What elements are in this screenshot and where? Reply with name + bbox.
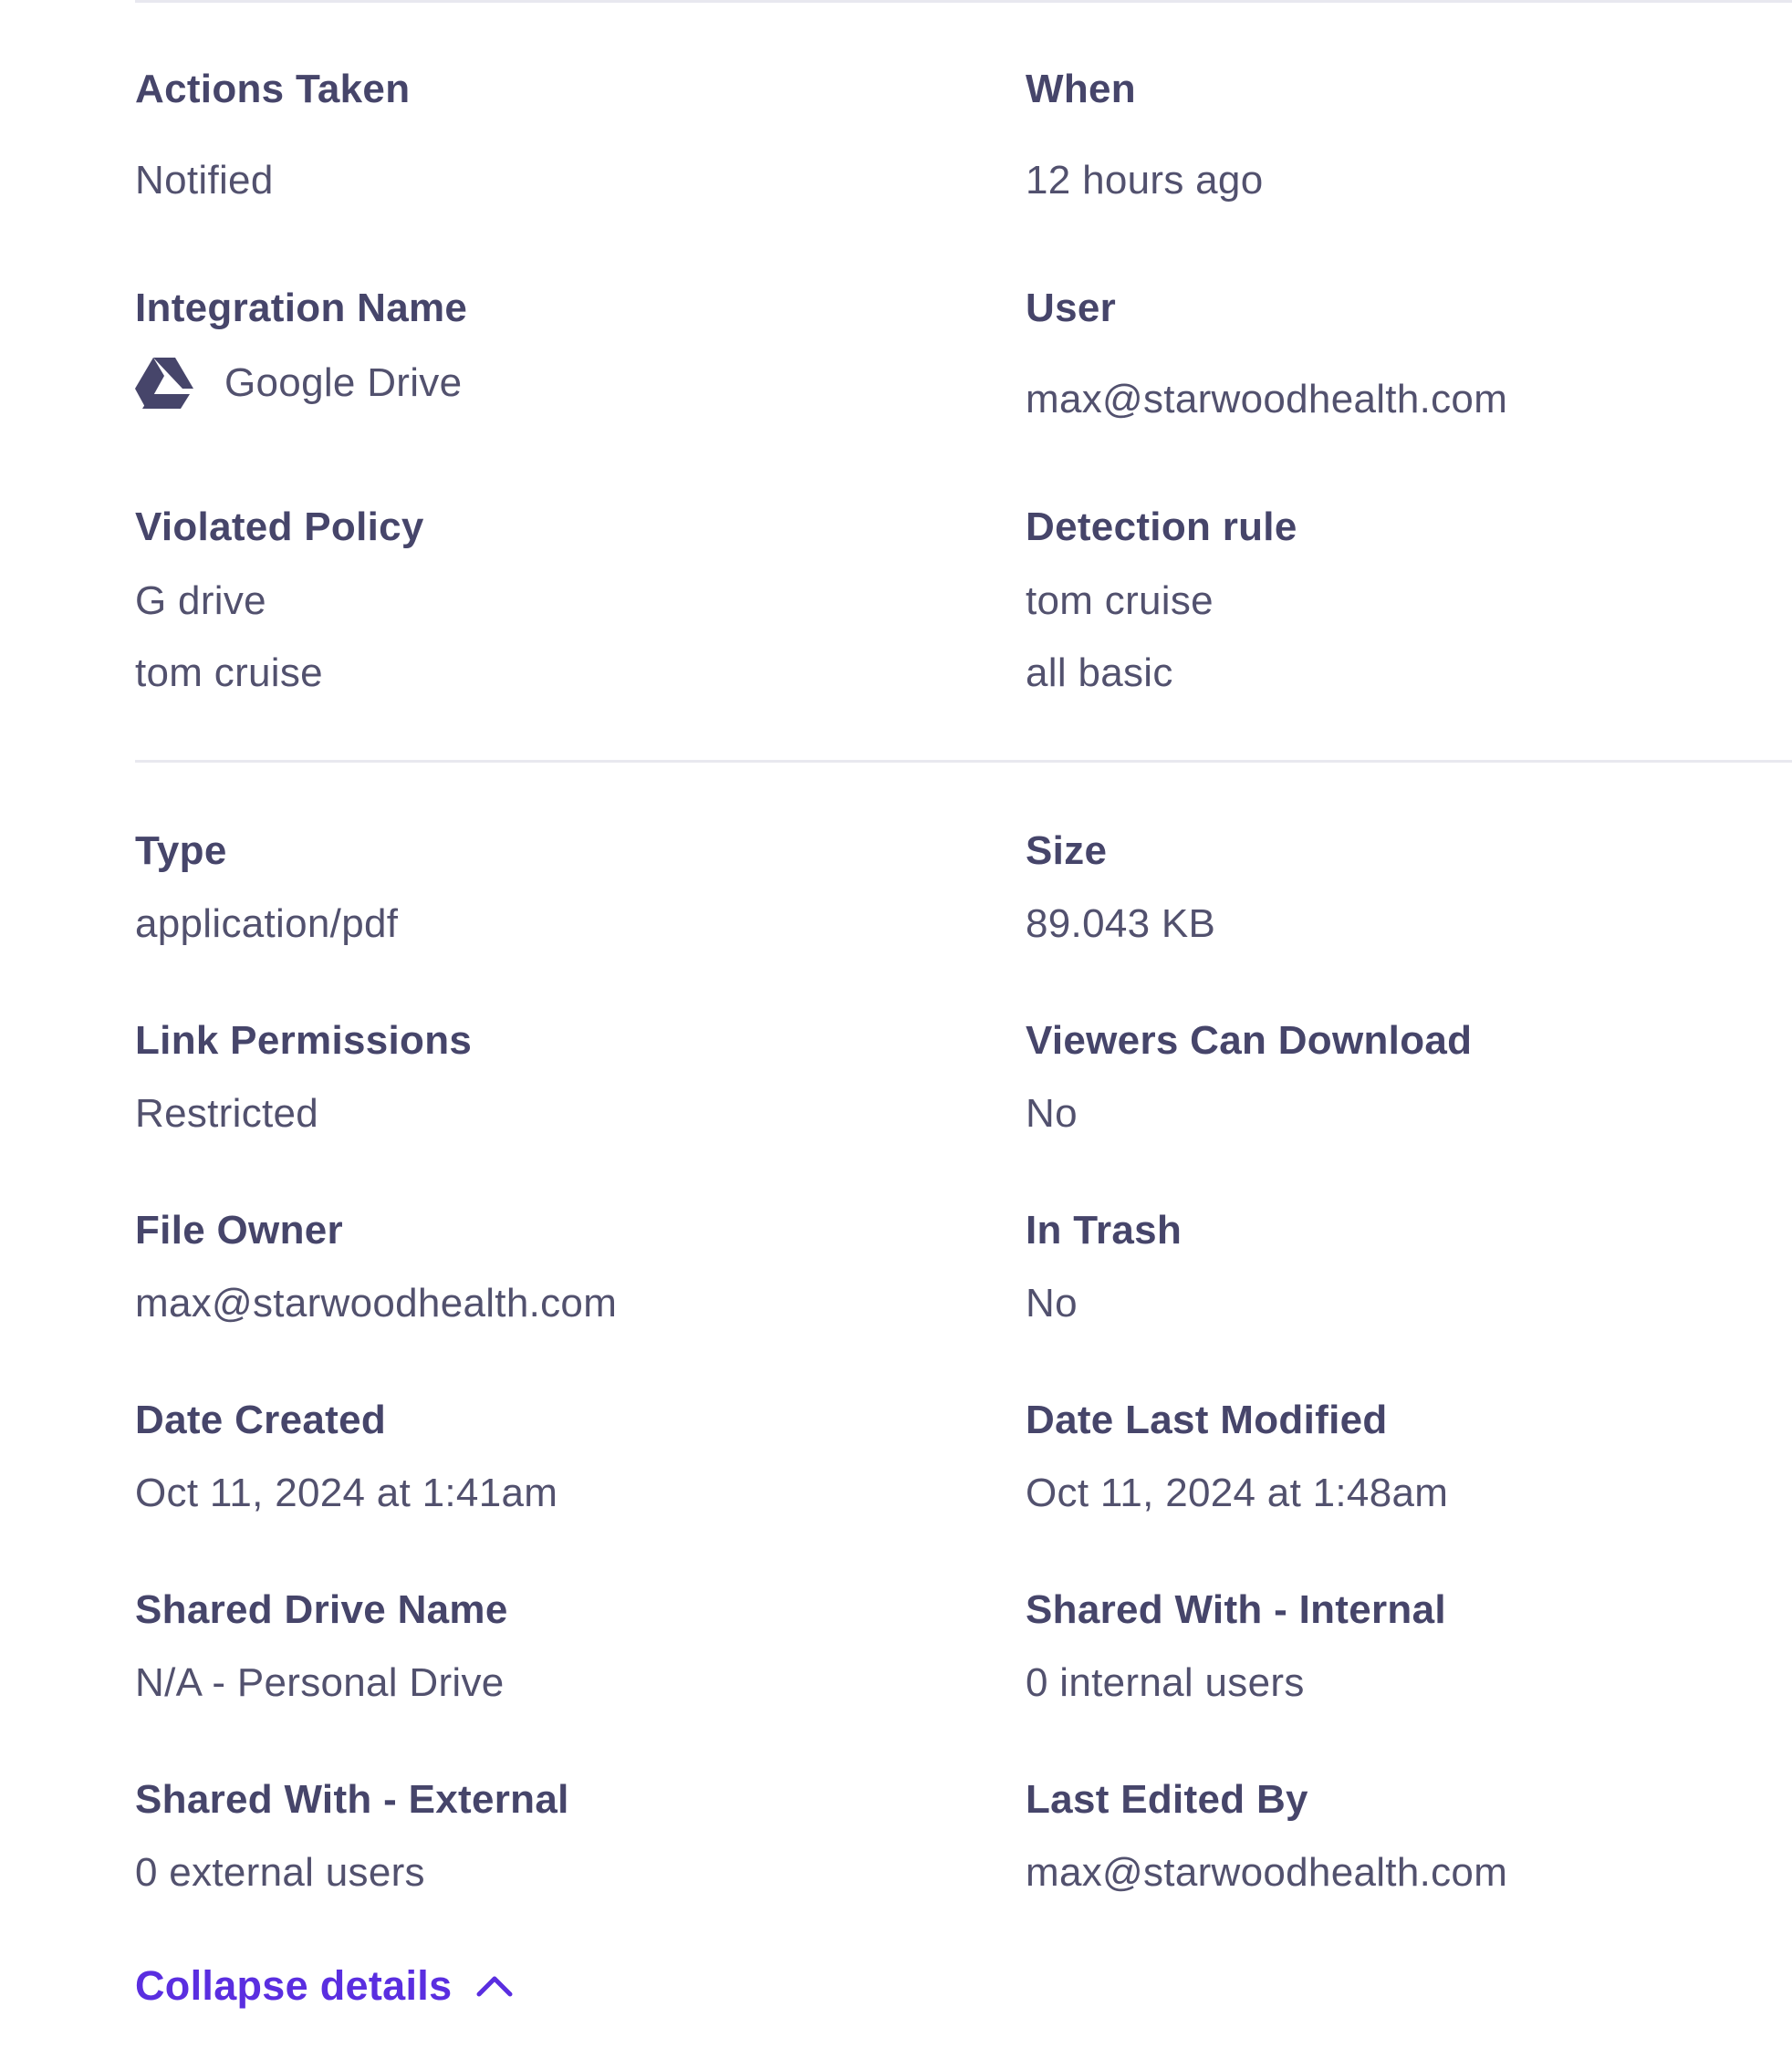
shared-drive-name-value: N/A - Personal Drive — [135, 1660, 505, 1705]
date-last-modified-label: Date Last Modified — [1026, 1398, 1388, 1442]
violated-policy-label: Violated Policy — [135, 504, 424, 549]
date-last-modified-value: Oct 11, 2024 at 1:48am — [1026, 1471, 1449, 1515]
file-owner-value: max@starwoodhealth.com — [135, 1281, 618, 1326]
last-edited-by-label: Last Edited By — [1026, 1777, 1308, 1822]
user-value: max@starwoodhealth.com — [1026, 377, 1508, 421]
integration-name-text: Google Drive — [224, 360, 463, 405]
link-permissions-value: Restricted — [135, 1091, 319, 1136]
integration-name-value: Google Drive — [135, 356, 462, 411]
violated-policy-item: G drive — [135, 578, 266, 623]
detection-rule-item: tom cruise — [1026, 578, 1214, 623]
viewers-can-download-label: Viewers Can Download — [1026, 1018, 1473, 1063]
actions-taken-value: Notified — [135, 158, 274, 203]
shared-with-external-value: 0 external users — [135, 1850, 425, 1895]
shared-drive-name-label: Shared Drive Name — [135, 1587, 508, 1632]
chevron-up-icon — [452, 1974, 514, 1998]
shared-with-external-label: Shared With - External — [135, 1777, 569, 1822]
size-label: Size — [1026, 828, 1108, 873]
shared-with-internal-label: Shared With - Internal — [1026, 1587, 1446, 1632]
google-drive-icon — [135, 358, 193, 409]
collapse-details-label: Collapse details — [135, 1962, 453, 2009]
date-created-label: Date Created — [135, 1398, 387, 1442]
in-trash-label: In Trash — [1026, 1208, 1183, 1253]
integration-name-label: Integration Name — [135, 286, 468, 330]
user-label: User — [1026, 286, 1117, 330]
date-created-value: Oct 11, 2024 at 1:41am — [135, 1471, 558, 1515]
size-value: 89.043 KB — [1026, 901, 1216, 946]
top-divider — [135, 0, 1792, 3]
collapse-details-button[interactable]: Collapse details — [135, 1965, 514, 2006]
violated-policy-item: tom cruise — [135, 650, 323, 695]
in-trash-value: No — [1026, 1281, 1078, 1326]
type-value: application/pdf — [135, 901, 399, 946]
last-edited-by-value: max@starwoodhealth.com — [1026, 1850, 1508, 1895]
when-label: When — [1026, 67, 1136, 111]
detection-rule-item: all basic — [1026, 650, 1173, 695]
link-permissions-label: Link Permissions — [135, 1018, 473, 1063]
when-value: 12 hours ago — [1026, 158, 1264, 203]
shared-with-internal-value: 0 internal users — [1026, 1660, 1305, 1705]
file-owner-label: File Owner — [135, 1208, 343, 1253]
detection-rule-label: Detection rule — [1026, 504, 1297, 549]
actions-taken-label: Actions Taken — [135, 67, 411, 111]
section-divider — [135, 760, 1792, 763]
type-label: Type — [135, 828, 227, 873]
viewers-can-download-value: No — [1026, 1091, 1078, 1136]
